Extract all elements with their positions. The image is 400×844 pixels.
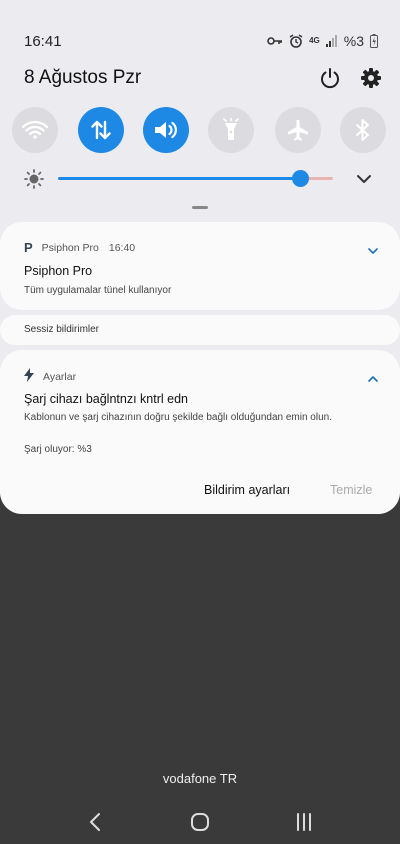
battery-percent: %3 [343, 33, 364, 49]
back-button[interactable] [88, 812, 102, 837]
brightness-fill [58, 177, 300, 180]
lightning-icon [24, 368, 34, 385]
silent-header-label: Sessiz bildirimler [24, 324, 100, 335]
silent-notifications-header: Sessiz bildirimler [0, 315, 400, 345]
collapse-notification-button[interactable] [368, 370, 378, 388]
alarm-icon [289, 34, 303, 48]
home-icon [191, 813, 209, 831]
clear-button[interactable]: Temizle [330, 483, 372, 497]
mobile-data-toggle[interactable] [78, 107, 124, 153]
charging-status: Şarj oluyor: %3 [24, 444, 92, 455]
notification-title: Şarj cihazı bağlntnzı kntrl edn [24, 392, 188, 406]
notification-body: Tüm uygulamalar tünel kullanıyor [24, 285, 172, 296]
status-bar: 16:41 4G %3 [0, 30, 400, 54]
airplane-icon [288, 119, 308, 141]
sound-toggle[interactable] [143, 107, 189, 153]
home-button[interactable] [190, 812, 210, 837]
notification-body: Kablonun ve şarj cihazının doğru şekilde… [24, 412, 332, 423]
carrier-label: vodafone TR [162, 771, 238, 786]
brightness-thumb[interactable] [291, 170, 309, 187]
signal-icon [325, 35, 338, 47]
expand-quick-settings-button[interactable] [356, 172, 372, 190]
wifi-toggle[interactable] [12, 107, 58, 153]
status-icons: 4G %3 [267, 33, 378, 49]
back-icon [90, 813, 100, 831]
navigation-bar [0, 800, 400, 844]
settings-button[interactable] [360, 67, 382, 89]
expand-notification-button[interactable] [368, 242, 378, 260]
brightness-row [0, 163, 400, 193]
gear-icon [361, 68, 381, 88]
power-button[interactable] [319, 67, 341, 89]
settings-notification[interactable]: Ayarlar Şarj cihazı bağlntnzı kntrl edn … [0, 350, 400, 464]
notification-header: Ayarlar [24, 368, 76, 385]
chevron-down-icon [357, 175, 371, 183]
recents-icon [297, 813, 311, 831]
recents-button[interactable] [295, 812, 313, 837]
psiphon-logo-icon: P [24, 240, 33, 255]
chevron-up-icon [368, 376, 378, 382]
volume-icon [155, 121, 177, 139]
bluetooth-toggle[interactable] [340, 107, 386, 153]
notification-time: 16:40 [108, 241, 136, 254]
flashlight-icon [223, 118, 239, 140]
bluetooth-icon [356, 119, 369, 141]
psiphon-notification[interactable]: P Psiphon Pro 16:40 Psiphon Pro Tüm uygu… [0, 222, 400, 310]
wifi-icon [22, 120, 48, 139]
notification-header: P Psiphon Pro 16:40 [24, 240, 135, 255]
app-name: Ayarlar [43, 370, 77, 383]
date-label: 8 Ağustos Pzr [24, 67, 142, 88]
battery-charging-icon [370, 34, 378, 48]
key-icon [267, 35, 283, 47]
network-type-label: 4G [309, 36, 320, 45]
flashlight-toggle[interactable] [208, 107, 254, 153]
notification-title: Psiphon Pro [24, 264, 93, 278]
notification-actions: Bildirim ayarları Temizle [0, 464, 400, 514]
app-name: Psiphon Pro [41, 241, 99, 254]
status-time: 16:41 [24, 33, 62, 50]
airplane-toggle[interactable] [275, 107, 321, 153]
drag-handle[interactable] [192, 206, 208, 209]
chevron-down-icon [368, 248, 378, 254]
notification-settings-button[interactable]: Bildirim ayarları [204, 483, 290, 497]
notification-panel: 16:41 4G %3 8 Ağustos Pzr P Psiphon Pro … [0, 0, 400, 514]
brightness-icon [24, 169, 44, 194]
power-icon [321, 68, 339, 89]
data-arrows-icon [91, 120, 111, 140]
